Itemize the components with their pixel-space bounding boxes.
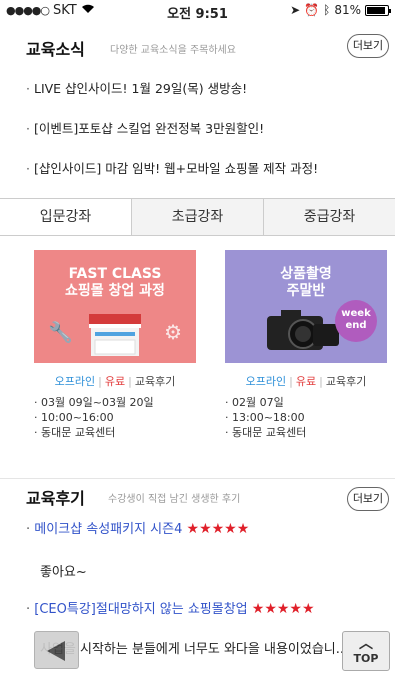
- offline-tag: 오프라인: [245, 375, 287, 388]
- scroll-top-button[interactable]: ︿ TOP: [342, 631, 390, 671]
- chevron-up-icon: ︿: [359, 636, 373, 652]
- course-tags: 오프라인 | 유료 | 교육후기: [225, 373, 387, 389]
- course-date: 02월 07일: [232, 396, 284, 409]
- news-more-button[interactable]: 더보기: [347, 34, 389, 58]
- location-icon: ➤: [290, 3, 301, 17]
- top-label: TOP: [353, 652, 379, 665]
- course-banner[interactable]: FAST CLASS 쇼핑몰 창업 과정 🔧 ⚙: [34, 250, 196, 363]
- news-item[interactable]: · [샵인사이드] 마감 임박! 웹+모바일 쇼핑몰 제작 과정!: [26, 158, 318, 177]
- review-body: 사업을 시작하는 분들에게 너무도 와다을 내용이었습니...: [40, 642, 349, 657]
- news-subtitle: 다양한 교육소식을 주목하세요: [110, 45, 236, 56]
- news-item-text: LIVE 샵인사이드! 1월 29일(목) 생방송!: [33, 81, 248, 96]
- bullet: ·: [26, 81, 30, 96]
- separator: |: [319, 375, 323, 388]
- separator: |: [289, 375, 293, 388]
- banner-text: 상품촬영 주말반: [225, 266, 387, 300]
- system-icons: ➤ ⏰ ᛒ 81%: [290, 3, 391, 17]
- separator: |: [98, 375, 102, 388]
- alarm-icon: ⏰: [304, 3, 320, 17]
- course-card[interactable]: FAST CLASS 쇼핑몰 창업 과정 🔧 ⚙ 오프라인 | 유료 | 교육후기 · …: [34, 250, 196, 440]
- battery-icon: [365, 4, 391, 16]
- banner-line2: 쇼핑몰 창업 과정: [65, 283, 165, 299]
- reviews-title: 교육후기: [26, 489, 85, 508]
- bullet: ·: [26, 161, 30, 176]
- course-details: · 03월 09일~03월 20일 · 10:00~16:00 · 동대문 교육…: [34, 396, 154, 439]
- badge-week: week: [341, 308, 371, 319]
- tab-intro[interactable]: 입문강좌: [0, 199, 131, 235]
- news-item-text: [이벤트]포토샵 스킬업 완전정복 3만원할인!: [33, 121, 265, 136]
- course-banner[interactable]: 상품촬영 주말반 week end: [225, 250, 387, 363]
- offline-tag: 오프라인: [54, 375, 96, 388]
- bullet: ·: [26, 121, 30, 136]
- news-item-text: [샵인사이드] 마감 임박! 웹+모바일 쇼핑몰 제작 과정!: [33, 161, 319, 176]
- course-details: · 02월 07일 · 13:00~18:00 · 동대문 교육센터: [225, 396, 307, 439]
- tab-intermediate[interactable]: 중급강좌: [263, 199, 395, 235]
- separator: |: [128, 375, 132, 388]
- reviews-more-button[interactable]: 더보기: [347, 487, 389, 511]
- badge-end: end: [345, 320, 367, 331]
- news-header: 교육소식 다양한 교육소식을 주목하세요 더보기: [0, 32, 395, 64]
- paid-tag: 유료: [104, 375, 126, 388]
- battery-percent: 81%: [334, 3, 361, 17]
- course-place: 동대문 교육센터: [232, 426, 307, 439]
- banner-line2: 주말반: [286, 283, 326, 299]
- back-arrow-icon: [47, 641, 65, 661]
- paid-tag: 유료: [295, 375, 317, 388]
- course-time: 13:00~18:00: [232, 411, 305, 424]
- course-place: 동대문 교육센터: [41, 426, 116, 439]
- gear-icon: ⚙: [164, 320, 182, 344]
- banner-line1: FAST CLASS: [68, 266, 162, 282]
- review-link[interactable]: 교육후기: [135, 375, 175, 388]
- review-title-row[interactable]: · 메이크샵 속성패키지 시즌4 ★★★★★: [26, 518, 249, 537]
- review-body: 좋아요~: [40, 565, 87, 580]
- tab-beginner[interactable]: 초급강좌: [131, 199, 263, 235]
- wrench-icon: 🔧: [48, 320, 73, 344]
- back-button[interactable]: [34, 631, 79, 669]
- banner-text: FAST CLASS 쇼핑몰 창업 과정: [34, 266, 196, 300]
- bluetooth-icon: ᛒ: [323, 3, 331, 17]
- course-level-tabs: 입문강좌 초급강좌 중급강좌: [0, 198, 395, 236]
- camera-icon: [267, 310, 339, 350]
- news-title: 교육소식: [26, 40, 85, 59]
- reviews-subtitle: 수강생이 직접 남긴 생생한 후기: [108, 494, 241, 505]
- banner-line1: 상품촬영: [280, 266, 332, 282]
- course-time: 10:00~16:00: [41, 411, 114, 424]
- shop-icon: [89, 314, 141, 356]
- status-bar: ●●●●○ SKT 오전 9:51 ➤ ⏰ ᛒ 81%: [0, 0, 395, 22]
- weekend-badge: week end: [335, 300, 377, 342]
- course-card[interactable]: 상품촬영 주말반 week end 오프라인 | 유료 | 교육후기 · 02월 07일…: [225, 250, 387, 440]
- reviews-header: 교육후기 수강생이 직접 남긴 생생한 후기 더보기: [0, 478, 395, 518]
- course-tags: 오프라인 | 유료 | 교육후기: [34, 373, 196, 389]
- course-date: 03월 09일~03월 20일: [41, 396, 154, 409]
- review-title-row[interactable]: · [CEO특강]절대망하지 않는 쇼핑몰창업 ★★★★★: [26, 598, 315, 617]
- review-title: [CEO특강]절대망하지 않는 쇼핑몰창업: [34, 602, 248, 617]
- star-rating: ★★★★★: [251, 601, 315, 617]
- news-item[interactable]: · [이벤트]포토샵 스킬업 완전정복 3만원할인!: [26, 118, 264, 137]
- star-rating: ★★★★★: [186, 521, 250, 537]
- review-title: 메이크샵 속성패키지 시즌4: [34, 522, 183, 537]
- review-link[interactable]: 교육후기: [326, 375, 366, 388]
- news-item[interactable]: · LIVE 샵인사이드! 1월 29일(목) 생방송!: [26, 78, 247, 97]
